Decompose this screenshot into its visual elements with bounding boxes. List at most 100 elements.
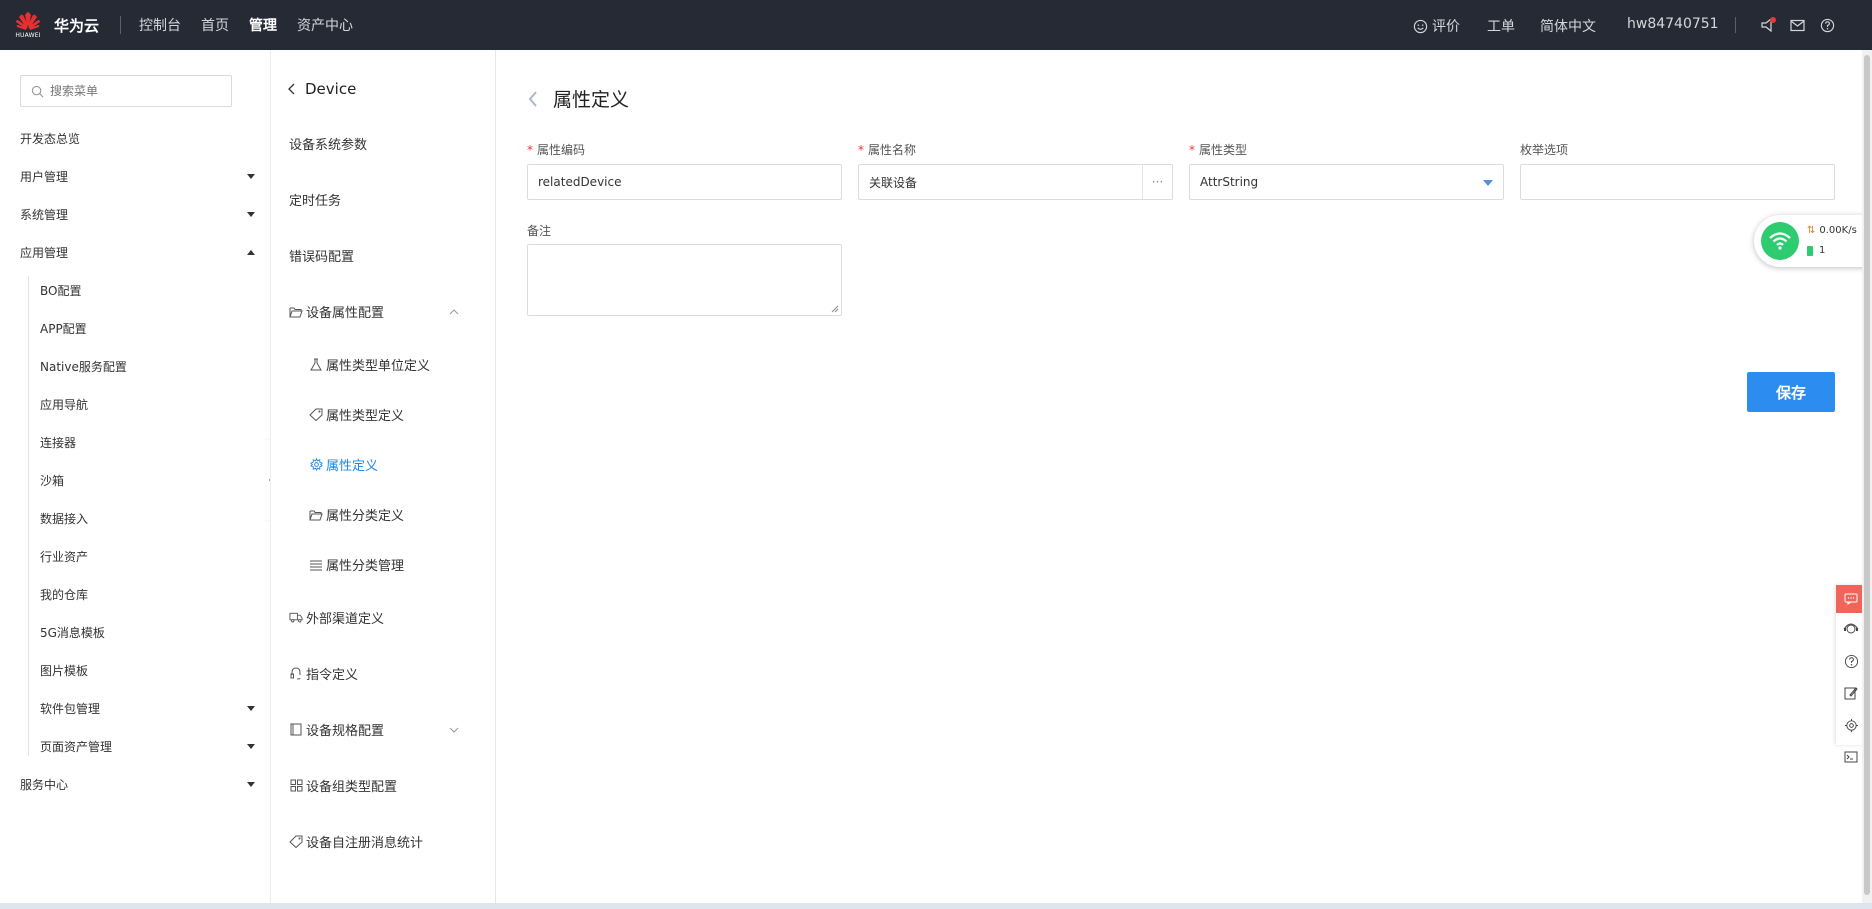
nav-console[interactable]: 控制台 xyxy=(139,15,181,35)
sidebar-sub-app-nav[interactable]: 应用导航 xyxy=(40,396,255,413)
notification-icon[interactable] xyxy=(1760,17,1776,33)
attr-type-value: AttrString xyxy=(1200,175,1259,189)
s2-sub-label: 属性类型定义 xyxy=(326,409,405,424)
language-switch[interactable]: 简体中文 xyxy=(1540,16,1596,36)
network-speed: 0.00K/s xyxy=(1819,225,1857,236)
s2-sub-label: 属性分类定义 xyxy=(326,509,405,524)
gear-icon xyxy=(309,458,323,472)
ticket-link[interactable]: 工单 xyxy=(1487,16,1515,36)
s2-item-label: 设备组类型配置 xyxy=(306,780,398,795)
sidebar-sub-package-management[interactable]: 软件包管理 xyxy=(40,700,255,717)
sidebar-sub-5g-template[interactable]: 5G消息模板 xyxy=(40,624,255,641)
attr-name-value: 关联设备 xyxy=(869,175,918,190)
network-count: 1 xyxy=(1819,245,1826,256)
attr-type-label: * 属性类型 xyxy=(1189,143,1248,157)
device-system-params[interactable]: 设备系统参数 xyxy=(289,134,479,153)
sidebar-sub-sandbox[interactable]: 沙箱 xyxy=(40,472,255,489)
s2-item-label: 错误码配置 xyxy=(289,250,355,265)
attr-def[interactable]: 属性定义 xyxy=(309,455,378,474)
folder-open-icon xyxy=(289,305,303,319)
device-attr-config[interactable]: 设备属性配置 xyxy=(289,302,479,321)
s2-item-label: 设备属性配置 xyxy=(306,306,385,321)
attr-code-input[interactable]: relatedDevice xyxy=(527,164,842,200)
attr-name-label: * 属性名称 xyxy=(858,143,917,157)
book-icon xyxy=(289,723,303,737)
device-error-codes[interactable]: 错误码配置 xyxy=(289,246,479,265)
nav-home[interactable]: 首页 xyxy=(201,15,229,35)
sidebar-sub-data-access[interactable]: 数据接入 xyxy=(40,510,255,527)
smile-icon xyxy=(1412,18,1428,34)
topbar-divider xyxy=(120,16,122,34)
dropdown-arrow-icon xyxy=(1483,180,1493,186)
sidebar-item-user-management[interactable]: 用户管理 xyxy=(20,168,255,185)
s2-sub-label: 属性分类管理 xyxy=(326,559,405,574)
attr-type-select[interactable]: AttrString xyxy=(1189,164,1504,200)
folder-open-icon xyxy=(309,508,323,522)
help-icon[interactable] xyxy=(1819,17,1835,33)
wifi-icon xyxy=(1761,222,1799,260)
attr-type-def[interactable]: 属性类型定义 xyxy=(309,405,404,424)
sidebar-item-dev-overview[interactable]: 开发态总览 xyxy=(20,130,255,147)
page-title-text: 属性定义 xyxy=(553,89,630,111)
sidebar-item-service-center[interactable]: 服务中心 xyxy=(20,776,255,793)
sidebar-sub-page-assets[interactable]: 页面资产管理 xyxy=(40,738,255,755)
more-icon[interactable]: ··· xyxy=(1142,165,1172,199)
nav-manage[interactable]: 管理 xyxy=(249,15,277,35)
attr-category-manage[interactable]: 属性分类管理 xyxy=(309,555,404,574)
save-button[interactable]: 保存 xyxy=(1747,372,1835,412)
attr-type-unit-def[interactable]: 属性类型单位定义 xyxy=(309,355,430,374)
flask-icon xyxy=(309,358,323,372)
huawei-logo[interactable]: HUAWEI xyxy=(13,11,43,39)
huawei-flower-icon xyxy=(16,12,40,30)
menu-search[interactable] xyxy=(20,75,232,107)
device-back-title[interactable]: Device xyxy=(287,80,356,98)
attr-code-value: relatedDevice xyxy=(538,175,622,189)
s2-sub-label: 属性类型单位定义 xyxy=(326,359,431,374)
attr-category-def[interactable]: 属性分类定义 xyxy=(309,505,404,524)
device-self-register-stats[interactable]: 设备自注册消息统计 xyxy=(289,832,479,851)
bottom-edge xyxy=(0,903,1872,909)
page-scrollbar-thumb[interactable] xyxy=(1864,55,1870,895)
device-group-type-config[interactable]: 设备组类型配置 xyxy=(289,776,479,795)
attr-name-input[interactable]: 关联设备 ··· xyxy=(858,164,1173,200)
remark-textarea[interactable] xyxy=(527,244,842,316)
sidebar-sub-image-template[interactable]: 图片模板 xyxy=(40,662,255,679)
sidebar-sub-label: 我的仓库 xyxy=(40,588,89,602)
caret-down-icon xyxy=(247,174,255,179)
sidebar-item-system-management[interactable]: 系统管理 xyxy=(20,206,255,223)
truck-icon xyxy=(289,611,303,625)
nav-assets[interactable]: 资产中心 xyxy=(297,15,353,35)
sidebar-sub-label: APP配置 xyxy=(40,322,87,336)
sidebar-sub-label: 行业资产 xyxy=(40,550,89,564)
sidebar-sub-bo-config[interactable]: BO配置 xyxy=(40,282,255,299)
user-account[interactable]: hw84740751 xyxy=(1627,16,1719,32)
sidebar-sub-my-repo[interactable]: 我的仓库 xyxy=(40,586,255,603)
sidebar-item-app-management[interactable]: 应用管理 xyxy=(20,244,255,261)
caret-up-icon xyxy=(247,250,255,255)
brand-name[interactable]: 华为云 xyxy=(54,15,99,36)
attr-code-label: * 属性编码 xyxy=(527,143,586,157)
command-def[interactable]: 指令定义 xyxy=(289,664,479,683)
network-stats: ⇅ 0.00K/s 1 xyxy=(1807,221,1857,261)
menu-search-input[interactable] xyxy=(50,84,210,98)
sidebar-sub-label: 应用导航 xyxy=(40,398,89,412)
remark-label: 备注 xyxy=(527,224,552,238)
network-widget[interactable]: ⇅ 0.00K/s 1 xyxy=(1754,215,1872,267)
resize-handle-icon[interactable] xyxy=(831,305,839,313)
sidebar-sub-app-config[interactable]: APP配置 xyxy=(40,320,255,337)
feedback-button[interactable]: 评价 xyxy=(1412,16,1460,36)
external-channel-def[interactable]: 外部渠道定义 xyxy=(289,608,479,627)
enum-options-input[interactable] xyxy=(1520,164,1835,200)
mail-icon[interactable] xyxy=(1789,17,1805,33)
sidebar-item-label: 应用管理 xyxy=(20,246,69,260)
device-scheduled-tasks[interactable]: 定时任务 xyxy=(289,190,479,209)
device-spec-config[interactable]: 设备规格配置 xyxy=(289,720,479,739)
sidebar-sub-industry-assets[interactable]: 行业资产 xyxy=(40,548,255,565)
caret-down-icon xyxy=(247,782,255,787)
enum-options-label: 枚举选项 xyxy=(1520,143,1569,157)
s2-item-label: 设备规格配置 xyxy=(306,724,385,739)
sidebar-sub-native-service[interactable]: Native服务配置 xyxy=(40,358,255,375)
back-arrow-icon[interactable] xyxy=(527,90,539,108)
s2-sub-label: 属性定义 xyxy=(326,459,379,474)
sidebar-sub-connector[interactable]: 连接器 xyxy=(40,434,255,451)
